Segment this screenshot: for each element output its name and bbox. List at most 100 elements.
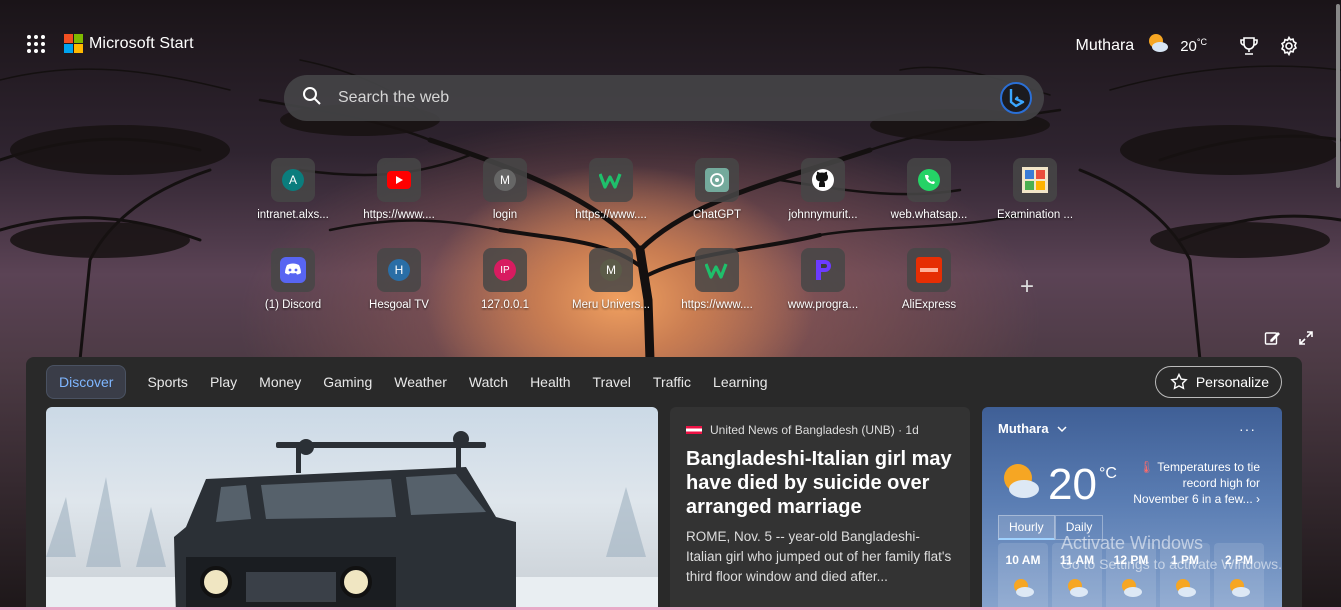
partly-sunny-icon: [1068, 579, 1088, 597]
tab-traffic[interactable]: Traffic: [642, 365, 702, 399]
hour-forecast[interactable]: 1 PM: [1160, 543, 1210, 610]
tab-gaming[interactable]: Gaming: [312, 365, 383, 399]
quick-link-label: (1) Discord: [264, 299, 322, 311]
quick-link-tile[interactable]: IP 127.0.0.1: [460, 248, 550, 311]
microsoft-logo: [64, 34, 83, 53]
scrollbar-thumb[interactable]: [1336, 4, 1340, 188]
tab-weather[interactable]: Weather: [383, 365, 458, 399]
hero-story-image[interactable]: [46, 407, 658, 610]
quick-link-tile[interactable]: https://www....: [354, 158, 444, 221]
feed-tabs: Discover Sports Play Money Gaming Weathe…: [46, 365, 779, 399]
letter-ip-icon: IP: [494, 259, 516, 281]
edit-background-icon[interactable]: [1264, 330, 1280, 351]
header-right: Muthara 20°C: [1076, 32, 1302, 59]
gear-icon[interactable]: [1277, 34, 1301, 58]
personalize-button[interactable]: Personalize: [1154, 366, 1282, 398]
quick-link-label: https://www....: [575, 209, 647, 221]
weather-current: 20 °C: [1000, 461, 1117, 509]
hour-forecast[interactable]: 2 PM: [1214, 543, 1264, 610]
user-location[interactable]: Muthara: [1076, 37, 1135, 55]
examination-thumbnail-icon: [1022, 167, 1048, 193]
tab-hourly[interactable]: Hourly: [998, 515, 1055, 540]
discord-icon: [280, 257, 306, 283]
bing-icon[interactable]: [1000, 82, 1032, 114]
quick-link-tile[interactable]: www.progra...: [778, 248, 868, 311]
tab-play[interactable]: Play: [199, 365, 248, 399]
chevron-right-icon: ›: [1256, 492, 1260, 506]
brand-name: Microsoft Start: [89, 34, 194, 52]
quick-link-tile[interactable]: (1) Discord: [248, 248, 338, 311]
search-input[interactable]: [338, 89, 1000, 107]
quick-link-tile[interactable]: M login: [460, 158, 550, 221]
quick-link-label: 127.0.0.1: [481, 299, 529, 311]
partly-sunny-icon: [1004, 464, 1039, 498]
partly-sunny-icon[interactable]: [1146, 32, 1170, 59]
youtube-icon: [387, 171, 411, 189]
more-options-icon[interactable]: ···: [1239, 421, 1256, 437]
quick-link-label: https://www....: [681, 299, 753, 311]
page-scrollbar[interactable]: [1335, 0, 1341, 610]
weather-card[interactable]: Muthara ··· 20 °C 🌡 Temperatures to tie …: [982, 407, 1282, 610]
brand-logo[interactable]: Microsoft Start: [64, 34, 194, 53]
quick-link-tile[interactable]: AliExpress: [884, 248, 974, 311]
quick-link-label: www.progra...: [787, 299, 859, 311]
quick-link-tile[interactable]: web.whatsap...: [884, 158, 974, 221]
rewards-trophy-icon[interactable]: [1237, 34, 1261, 58]
letter-a-icon: A: [282, 169, 304, 191]
quick-link-label: web.whatsap...: [890, 209, 968, 221]
news-source-text: United News of Bangladesh (UNB) · 1d: [710, 423, 919, 437]
partly-sunny-icon: [1176, 579, 1196, 597]
weather-tabs: Hourly Daily: [998, 515, 1104, 540]
news-source: United News of Bangladesh (UNB) · 1d: [686, 423, 954, 437]
quick-link-tile[interactable]: https://www....: [672, 248, 762, 311]
personalize-label: Personalize: [1195, 374, 1269, 390]
tab-discover[interactable]: Discover: [46, 365, 127, 399]
tab-learning[interactable]: Learning: [702, 365, 779, 399]
aliexpress-icon: [916, 257, 942, 283]
whatsapp-icon: [918, 169, 940, 191]
tab-daily[interactable]: Daily: [1054, 515, 1104, 540]
news-card[interactable]: United News of Bangladesh (UNB) · 1d Ban…: [670, 407, 970, 610]
quick-link-tile[interactable]: Examination ...: [990, 158, 1080, 221]
quick-link-tile[interactable]: M Meru Univers...: [566, 248, 656, 311]
car-in-snow-image: [46, 431, 658, 610]
hourly-forecast: 10 AM 11 AM 12 PM 1 PM 2 PM: [998, 543, 1264, 610]
quick-link-label: ChatGPT: [693, 209, 741, 221]
programiz-icon: [816, 260, 831, 280]
apps-grid-icon[interactable]: [27, 35, 45, 53]
tab-travel[interactable]: Travel: [582, 365, 642, 399]
quick-link-tile[interactable]: ChatGPT: [672, 158, 762, 221]
quick-link-label: Examination ...: [996, 209, 1074, 221]
search-icon: [302, 86, 322, 111]
weather-unit: °C: [1098, 465, 1117, 482]
tab-money[interactable]: Money: [248, 365, 312, 399]
source-logo-icon: [686, 426, 702, 434]
letter-m-icon: M: [600, 259, 622, 281]
news-headline[interactable]: Bangladeshi-Italian girl may have died b…: [686, 447, 954, 519]
hour-forecast[interactable]: 10 AM: [998, 543, 1048, 610]
quick-link-label: johnnymurit...: [788, 209, 858, 221]
personalize-star-icon: [1170, 373, 1188, 390]
expand-icon[interactable]: [1298, 330, 1314, 351]
header-temperature[interactable]: 20°C: [1180, 37, 1207, 55]
quick-link-tile[interactable]: johnnymurit...: [778, 158, 868, 221]
tab-health[interactable]: Health: [519, 365, 581, 399]
letter-h-icon: H: [388, 259, 410, 281]
quick-link-tile[interactable]: https://www....: [566, 158, 656, 221]
hour-forecast[interactable]: 11 AM: [1052, 543, 1102, 610]
thermometer-icon: 🌡: [1138, 460, 1155, 474]
github-icon: [812, 169, 834, 191]
quick-link-tile[interactable]: A intranet.alxs...: [248, 158, 338, 221]
search-bar[interactable]: [284, 75, 1044, 121]
partly-sunny-icon: [1230, 579, 1250, 597]
tab-sports[interactable]: Sports: [136, 365, 198, 399]
chevron-down-icon: [1057, 425, 1067, 432]
quick-link-tile[interactable]: H Hesgoal TV: [354, 248, 444, 311]
weather-location[interactable]: Muthara: [998, 421, 1266, 436]
plus-icon[interactable]: +: [1020, 273, 1034, 301]
w-logo-icon: [705, 263, 728, 279]
hour-forecast[interactable]: 12 PM: [1106, 543, 1156, 610]
tab-watch[interactable]: Watch: [458, 365, 519, 399]
quick-link-label: https://www....: [363, 209, 435, 221]
weather-alert[interactable]: 🌡 Temperatures to tie record high for No…: [1132, 459, 1260, 507]
